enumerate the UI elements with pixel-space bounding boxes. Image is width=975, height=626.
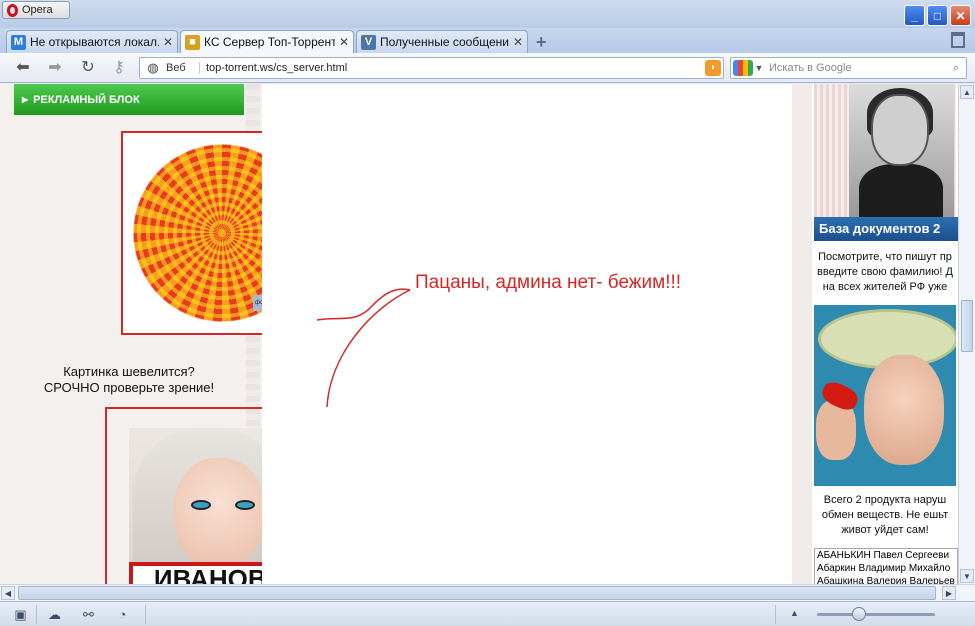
- scroll-right-icon[interactable]: ▶: [942, 586, 956, 600]
- ad-block-header[interactable]: ▶ РЕКЛАМНЫЙ БЛОК: [14, 84, 244, 115]
- search-input[interactable]: Искать в Google: [765, 62, 946, 74]
- divider: [775, 605, 776, 624]
- site-v-icon: V: [361, 34, 376, 50]
- eye-left: [191, 500, 211, 510]
- divider: [145, 605, 146, 624]
- list-item[interactable]: АБАНЬКИН Павел Сергееви: [817, 549, 957, 562]
- ad-text-line: введите свою фамилию! Д: [817, 266, 953, 278]
- tab-label: КС Сервер Топ-Торрент: [204, 35, 335, 49]
- url-text[interactable]: top-torrent.ws/cs_server.html: [200, 62, 723, 74]
- tab-close-icon[interactable]: ✕: [163, 35, 173, 49]
- photo-body: [859, 164, 943, 224]
- tab-3[interactable]: V Полученные сообщени... ✕: [356, 30, 528, 53]
- meme-caption: Пацаны, админа нет- бежим!!!: [415, 272, 682, 293]
- caption-line-1: Картинка шевелится?: [63, 364, 195, 379]
- host-face: [864, 355, 944, 465]
- scroll-left-icon[interactable]: ◀: [1, 586, 15, 600]
- google-icon[interactable]: [733, 60, 753, 76]
- ad-text-line: живот уйдет сам!: [841, 524, 929, 536]
- tab-close-icon[interactable]: ✕: [513, 35, 523, 49]
- scroll-thumb[interactable]: [961, 300, 973, 352]
- address-bar[interactable]: ◍ Веб top-torrent.ws/cs_server.html ◗: [139, 57, 724, 79]
- caption-line-2: СРОЧНО проверьте зрение!: [43, 380, 215, 395]
- navigation-bar: ⬅ ➡ ↻ ⚷ ◍ Веб top-torrent.ws/cs_server.h…: [0, 53, 975, 83]
- globe-icon: ◍: [147, 60, 159, 75]
- photo-face: [871, 94, 929, 166]
- tab-bar: M Не открываются локал... ✕ ■ КС Сервер …: [0, 28, 975, 53]
- right-ad-column: База документов 2 Посмотрите, что пишут …: [812, 84, 958, 584]
- tab-label: Не открываются локал...: [30, 35, 159, 49]
- view-options-icon[interactable]: ▲: [790, 608, 799, 618]
- site-m-icon: M: [11, 34, 26, 50]
- opera-logo-icon: [7, 3, 18, 17]
- minimize-icon[interactable]: _: [904, 5, 925, 26]
- forward-arrow-icon[interactable]: ➡: [46, 59, 64, 77]
- scroll-up-icon[interactable]: ▲: [960, 85, 974, 99]
- document-banner[interactable]: База документов 2: [814, 217, 958, 241]
- web-label: Веб: [166, 62, 200, 74]
- share-icon[interactable]: ⚯: [80, 606, 97, 623]
- zoom-slider[interactable]: [817, 613, 935, 616]
- status-bar: ▣ ☁ ⚯ ◔ ▲: [0, 601, 975, 626]
- names-list[interactable]: АБАНЬКИН Павел Сергееви Абаркин Владимир…: [814, 548, 958, 584]
- right-divider: [792, 84, 812, 584]
- opera-menu-label: Opera: [22, 4, 53, 16]
- divider: [36, 605, 37, 624]
- illusion-caption[interactable]: Картинка шевелится? СРОЧНО проверьте зре…: [14, 364, 244, 396]
- rss-feed-icon[interactable]: ◗: [705, 60, 721, 76]
- zoom-slider-handle[interactable]: [852, 607, 866, 621]
- tab-2[interactable]: ■ КС Сервер Топ-Торрент ✕: [180, 30, 354, 53]
- back-arrow-icon[interactable]: ⬅: [14, 59, 32, 77]
- triangle-right-icon: ▶: [22, 95, 29, 104]
- new-tab-plus-icon[interactable]: +: [536, 32, 547, 53]
- list-item[interactable]: Абашкина Валерия Валерьев: [817, 575, 957, 584]
- tv-host-ad-image[interactable]: [814, 305, 956, 486]
- ad-text-line: Посмотрите, что пишут пр: [818, 251, 952, 263]
- vertical-scrollbar[interactable]: ▲ ▼: [958, 84, 975, 584]
- panel-toggle-icon[interactable]: ▣: [12, 606, 29, 623]
- eye-right: [235, 500, 255, 510]
- main-column: [262, 84, 792, 584]
- left-ad-column: ▶ РЕКЛАМНЫЙ БЛОК фотоэффекты.рф Картинка…: [0, 84, 328, 584]
- cloud-icon[interactable]: ☁: [46, 606, 63, 623]
- ad-block-title: РЕКЛАМНЫЙ БЛОК: [33, 93, 140, 106]
- ad-text-1[interactable]: Посмотрите, что пишут пр введите свою фа…: [812, 250, 958, 295]
- ad-text-line: Всего 2 продукта наруш: [823, 494, 947, 506]
- list-item[interactable]: Абаркин Владимир Михайло: [817, 562, 957, 575]
- reload-icon[interactable]: ↻: [79, 59, 97, 77]
- horizontal-scrollbar[interactable]: ◀ ▶: [0, 584, 975, 601]
- chevron-down-icon[interactable]: ▼: [753, 63, 765, 73]
- tab-1[interactable]: M Не открываются локал... ✕: [6, 30, 178, 53]
- key-icon[interactable]: ⚷: [110, 59, 128, 77]
- document-ad-image[interactable]: [814, 84, 956, 224]
- ad-text-2[interactable]: Всего 2 продукта наруш обмен веществ. Не…: [812, 493, 958, 538]
- title-bar: Opera _ □ ✕: [0, 0, 975, 28]
- ad-text-line: на всех жителей РФ уже: [822, 281, 948, 293]
- close-icon[interactable]: ✕: [950, 5, 971, 26]
- cube-icon: ■: [185, 34, 200, 50]
- maximize-icon[interactable]: □: [927, 5, 948, 26]
- ad-text-line: обмен веществ. Не ешьт: [821, 509, 949, 521]
- scroll-down-icon[interactable]: ▼: [960, 569, 974, 583]
- speed-dial-icon[interactable]: ◔: [114, 606, 131, 623]
- scroll-thumb[interactable]: [18, 586, 936, 600]
- search-icon[interactable]: ⌕: [946, 62, 966, 75]
- tab-label: Полученные сообщени...: [380, 35, 509, 49]
- page-content: ▶ РЕКЛАМНЫЙ БЛОК фотоэффекты.рф Картинка…: [0, 84, 958, 584]
- search-box[interactable]: ▼ Искать в Google ⌕: [730, 57, 967, 79]
- face-shape: [174, 458, 264, 568]
- trash-icon[interactable]: [951, 32, 965, 48]
- passport-photo: [849, 84, 954, 224]
- opera-menu-button[interactable]: Opera: [2, 1, 70, 19]
- tab-close-icon[interactable]: ✕: [339, 35, 349, 49]
- window-controls: _ □ ✕: [904, 5, 971, 26]
